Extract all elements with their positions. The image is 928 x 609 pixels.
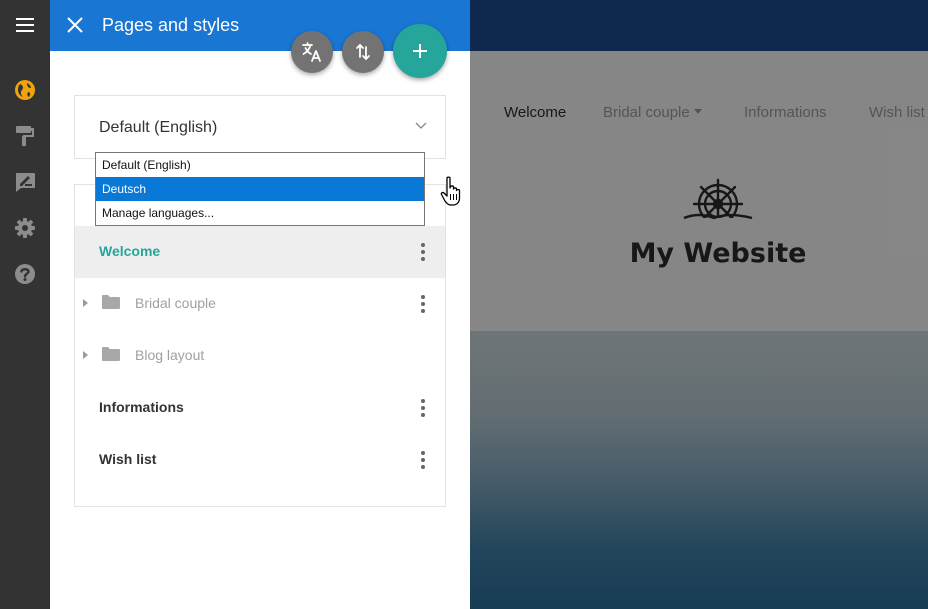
sea-image bbox=[470, 331, 928, 609]
menu-button[interactable] bbox=[0, 2, 50, 48]
site-title: My Website bbox=[629, 238, 807, 269]
drawer-title: Pages and styles bbox=[102, 15, 240, 35]
edit-note-icon bbox=[15, 173, 35, 192]
more-options-icon[interactable] bbox=[415, 294, 431, 314]
preview-nav-label: Bridal couple bbox=[603, 104, 690, 121]
chevron-down-icon bbox=[415, 122, 427, 129]
rail-item-content[interactable] bbox=[0, 159, 50, 205]
left-rail bbox=[0, 0, 50, 609]
hand-cursor-icon bbox=[440, 176, 461, 206]
menu-icon bbox=[16, 18, 34, 32]
language-select-value: Default (English) bbox=[99, 119, 218, 136]
paint-roller-icon bbox=[16, 126, 34, 146]
page-row-blog-layout[interactable]: Blog layout bbox=[75, 330, 445, 382]
more-options-icon[interactable] bbox=[415, 242, 431, 262]
folder-icon bbox=[102, 347, 120, 361]
translate-button[interactable] bbox=[291, 31, 333, 73]
rail-item-settings[interactable] bbox=[0, 205, 50, 251]
caret-down-icon bbox=[693, 109, 702, 114]
preview-nav-bridal-couple[interactable]: Bridal couple bbox=[603, 104, 702, 121]
pages-drawer: Pages and styles Default (English) Welco… bbox=[50, 0, 470, 609]
pages-list: Welcome Bridal couple Blog layout Inform… bbox=[74, 184, 446, 507]
page-label: Blog layout bbox=[135, 347, 205, 363]
page-row-wish-list[interactable]: Wish list bbox=[75, 434, 445, 486]
globe-icon bbox=[15, 80, 35, 100]
add-page-button[interactable] bbox=[393, 24, 447, 78]
folder-icon bbox=[102, 295, 120, 309]
preview-topbar bbox=[470, 0, 928, 51]
help-icon bbox=[15, 264, 35, 284]
preview-nav-wish-list[interactable]: Wish list bbox=[869, 104, 925, 121]
ship-wheel-logo bbox=[680, 178, 756, 226]
gear-icon bbox=[15, 218, 35, 238]
close-button[interactable] bbox=[60, 10, 90, 40]
website-preview[interactable]: Welcome Bridal couple Informations Wish … bbox=[470, 0, 928, 609]
page-label: Wish list bbox=[99, 451, 157, 467]
more-options-icon[interactable] bbox=[415, 450, 431, 470]
page-label: Bridal couple bbox=[135, 295, 216, 311]
preview-nav: Welcome Bridal couple Informations Wish … bbox=[470, 104, 928, 128]
close-icon bbox=[67, 17, 83, 33]
sort-arrows-icon bbox=[356, 44, 370, 60]
language-option-manage[interactable]: Manage languages... bbox=[96, 201, 424, 225]
page-row-bridal-couple[interactable]: Bridal couple bbox=[75, 278, 445, 330]
plus-icon bbox=[413, 44, 427, 58]
page-row-welcome[interactable]: Welcome bbox=[75, 226, 445, 278]
page-label: Welcome bbox=[99, 243, 161, 259]
preview-nav-welcome[interactable]: Welcome bbox=[504, 104, 566, 121]
expand-arrow-icon[interactable] bbox=[83, 299, 88, 307]
language-option-default[interactable]: Default (English) bbox=[96, 153, 424, 177]
rail-item-languages[interactable] bbox=[0, 67, 50, 113]
rail-item-design[interactable] bbox=[0, 113, 50, 159]
language-option-deutsch[interactable]: Deutsch bbox=[96, 177, 424, 201]
translate-icon bbox=[302, 42, 321, 62]
page-row-informations[interactable]: Informations bbox=[75, 382, 445, 434]
reorder-button[interactable] bbox=[342, 31, 384, 73]
more-options-icon[interactable] bbox=[415, 398, 431, 418]
rail-item-help[interactable] bbox=[0, 251, 50, 297]
preview-nav-informations[interactable]: Informations bbox=[744, 104, 827, 121]
page-label: Informations bbox=[99, 399, 184, 415]
expand-arrow-icon[interactable] bbox=[83, 351, 88, 359]
language-dropdown: Default (English) Deutsch Manage languag… bbox=[95, 152, 425, 226]
language-select[interactable]: Default (English) bbox=[74, 95, 446, 159]
